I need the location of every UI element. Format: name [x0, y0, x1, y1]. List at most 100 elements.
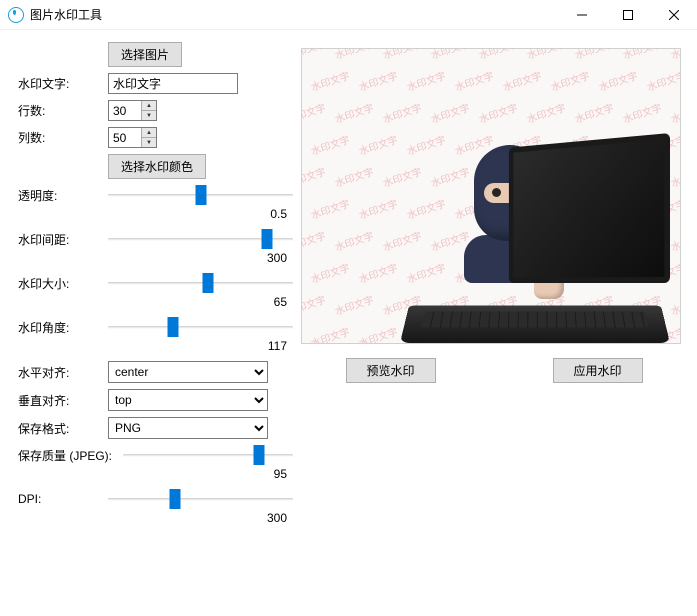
preview-image: 水印文字水印文字水印文字水印文字水印文字水印文字水印文字水印文字水印文字水印文字…	[301, 48, 681, 344]
watermark-sample: 水印文字	[501, 67, 544, 94]
rows-input[interactable]	[109, 101, 141, 120]
watermark-sample: 水印文字	[333, 227, 376, 254]
watermark-sample: 水印文字	[301, 163, 327, 190]
choose-image-button[interactable]: 选择图片	[108, 42, 182, 67]
watermark-sample: 水印文字	[357, 323, 400, 344]
watermark-sample: 水印文字	[357, 195, 400, 222]
angle-thumb[interactable]	[167, 317, 178, 337]
valign-select[interactable]: topcenterbottom	[108, 389, 268, 411]
right-panel: 水印文字水印文字水印文字水印文字水印文字水印文字水印文字水印文字水印文字水印文字…	[293, 42, 687, 533]
watermark-sample: 水印文字	[429, 99, 472, 126]
angle-value: 117	[18, 339, 287, 353]
rows-up-icon[interactable]: ▲	[142, 101, 156, 111]
cols-up-icon[interactable]: ▲	[142, 128, 156, 138]
watermark-sample: 水印文字	[357, 131, 400, 158]
watermark-sample: 水印文字	[357, 259, 400, 286]
watermark-sample: 水印文字	[477, 99, 520, 126]
watermark-sample: 水印文字	[669, 48, 681, 62]
watermark-sample: 水印文字	[333, 163, 376, 190]
watermark-sample: 水印文字	[301, 131, 303, 158]
rows-label: 行数:	[18, 102, 108, 119]
halign-label: 水平对齐:	[18, 364, 108, 381]
dpi-label: DPI:	[18, 492, 108, 506]
watermark-sample: 水印文字	[301, 323, 303, 344]
apply-button[interactable]: 应用水印	[553, 358, 643, 383]
spacing-thumb[interactable]	[262, 229, 273, 249]
size-thumb[interactable]	[202, 273, 213, 293]
watermark-sample: 水印文字	[301, 291, 327, 318]
watermark-sample: 水印文字	[429, 48, 472, 62]
opacity-value: 0.5	[18, 207, 287, 221]
watermark-text-input[interactable]	[108, 73, 238, 94]
window-title: 图片水印工具	[30, 6, 559, 23]
watermark-sample: 水印文字	[597, 67, 640, 94]
minimize-button[interactable]	[559, 0, 605, 29]
opacity-thumb[interactable]	[195, 185, 206, 205]
watermark-sample: 水印文字	[669, 99, 681, 126]
watermark-sample: 水印文字	[309, 67, 352, 94]
size-slider[interactable]	[108, 273, 293, 293]
spacing-slider[interactable]	[108, 229, 293, 249]
left-panel: 选择图片 水印文字: 行数: ▲ ▼ 列数: ▲ ▼	[18, 42, 293, 533]
opacity-label: 透明度:	[18, 187, 108, 204]
watermark-sample: 水印文字	[573, 99, 616, 126]
watermark-sample: 水印文字	[301, 67, 303, 94]
titlebar: 图片水印工具	[0, 0, 697, 30]
watermark-sample: 水印文字	[309, 259, 352, 286]
watermark-sample: 水印文字	[477, 48, 520, 62]
choose-color-button[interactable]: 选择水印颜色	[108, 154, 206, 179]
opacity-slider[interactable]	[108, 185, 293, 205]
watermark-sample: 水印文字	[333, 291, 376, 318]
watermark-sample: 水印文字	[333, 99, 376, 126]
size-value: 65	[18, 295, 287, 309]
preview-button[interactable]: 预览水印	[346, 358, 436, 383]
watermark-sample: 水印文字	[381, 99, 424, 126]
watermark-sample: 水印文字	[301, 227, 327, 254]
quality-value: 95	[18, 467, 287, 481]
watermark-sample: 水印文字	[309, 323, 352, 344]
watermark-sample: 水印文字	[333, 48, 376, 62]
maximize-button[interactable]	[605, 0, 651, 29]
watermark-sample: 水印文字	[549, 67, 592, 94]
cols-label: 列数:	[18, 129, 108, 146]
rows-down-icon[interactable]: ▼	[142, 111, 156, 120]
watermark-sample: 水印文字	[453, 67, 496, 94]
watermark-sample: 水印文字	[309, 195, 352, 222]
watermark-sample: 水印文字	[301, 48, 327, 62]
cols-down-icon[interactable]: ▼	[142, 138, 156, 147]
watermark-sample: 水印文字	[669, 291, 681, 318]
watermark-sample: 水印文字	[357, 67, 400, 94]
quality-slider[interactable]	[123, 445, 293, 465]
spacing-label: 水印间距:	[18, 231, 108, 248]
halign-select[interactable]: leftcenterright	[108, 361, 268, 383]
size-label: 水印大小:	[18, 275, 108, 292]
save-format-select[interactable]: PNGJPEG	[108, 417, 268, 439]
watermark-sample: 水印文字	[669, 163, 681, 190]
valign-label: 垂直对齐:	[18, 392, 108, 409]
quality-label: 保存质量 (JPEG):	[18, 447, 123, 464]
watermark-sample: 水印文字	[621, 48, 664, 62]
cols-input[interactable]	[109, 128, 141, 147]
spacing-value: 300	[18, 251, 287, 265]
watermark-sample: 水印文字	[301, 259, 303, 286]
watermark-sample: 水印文字	[621, 99, 664, 126]
dpi-thumb[interactable]	[169, 489, 180, 509]
watermark-sample: 水印文字	[525, 99, 568, 126]
watermark-sample: 水印文字	[573, 48, 616, 62]
rows-spinner[interactable]: ▲ ▼	[108, 100, 157, 121]
quality-thumb[interactable]	[254, 445, 265, 465]
watermark-text-label: 水印文字:	[18, 75, 108, 92]
watermark-sample: 水印文字	[309, 131, 352, 158]
watermark-sample: 水印文字	[669, 227, 681, 254]
watermark-sample: 水印文字	[645, 67, 681, 94]
watermark-sample: 水印文字	[405, 67, 448, 94]
angle-slider[interactable]	[108, 317, 293, 337]
save-format-label: 保存格式:	[18, 420, 108, 437]
close-button[interactable]	[651, 0, 697, 29]
watermark-sample: 水印文字	[381, 48, 424, 62]
laptop-graphic	[400, 133, 670, 343]
cols-spinner[interactable]: ▲ ▼	[108, 127, 157, 148]
angle-label: 水印角度:	[18, 319, 108, 336]
app-icon	[8, 7, 24, 23]
dpi-slider[interactable]	[108, 489, 293, 509]
